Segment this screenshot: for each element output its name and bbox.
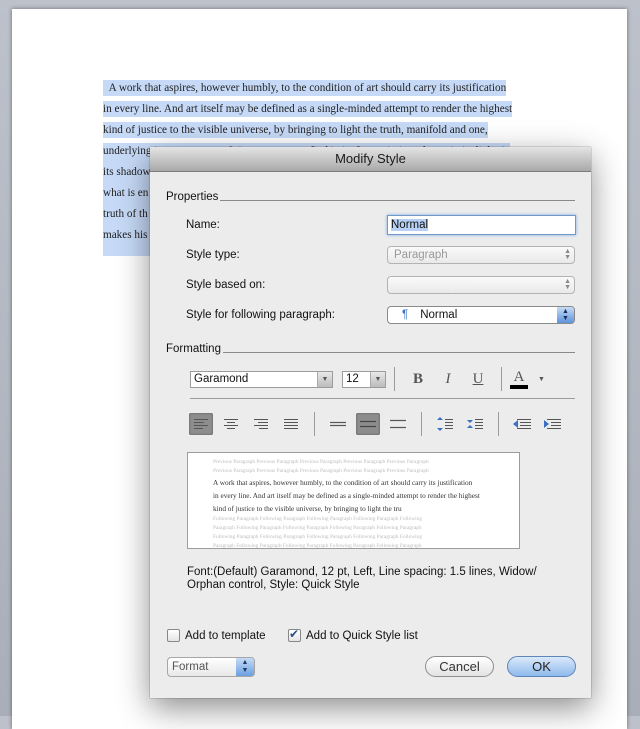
sample-text: A work that aspires, however humbly, to …	[213, 477, 473, 487]
underline-button[interactable]: U	[463, 371, 493, 388]
formatting-heading: Formatting	[166, 343, 221, 355]
chevron-down-icon[interactable]: ▼	[370, 371, 385, 387]
doc-line: kind of justice to the visible universe,…	[103, 122, 488, 138]
sample-text: kind of justice to the visible universe,…	[213, 504, 402, 514]
dialog-title: Modify Style	[150, 147, 591, 172]
properties-section: Properties	[166, 191, 575, 203]
divider	[501, 367, 502, 391]
single-spacing-icon	[330, 421, 346, 427]
add-to-template-checkbox[interactable]: Add to template	[167, 629, 266, 642]
divider	[190, 398, 575, 399]
decrease-indent-button[interactable]	[510, 413, 534, 435]
outdent-icon	[513, 419, 531, 429]
stepper-icon: ▲ ▼	[564, 248, 571, 261]
divider	[314, 412, 315, 436]
one-half-spacing-icon	[360, 420, 376, 428]
doc-line: in every line. And art itself may be def…	[103, 101, 513, 117]
style-based-on-label: Style based on:	[186, 279, 266, 291]
name-value: Normal	[391, 219, 429, 231]
sample-text: in every line. And art itself may be def…	[213, 490, 480, 500]
following-paragraph-text: Following Paragraph Following Paragraph …	[213, 534, 423, 541]
name-label: Name:	[186, 219, 220, 231]
format-popup[interactable]: Format ▲ ▼	[167, 657, 255, 677]
following-paragraph-text: Paragraph Following Paragraph Following …	[213, 525, 422, 532]
style-preview: Previous Paragraph Previous Paragraph Pr…	[187, 452, 520, 549]
divider	[394, 367, 395, 391]
ok-button[interactable]: OK	[507, 656, 576, 677]
name-input[interactable]: Normal	[387, 215, 576, 235]
align-left-button[interactable]	[189, 413, 213, 435]
checkbox-unchecked[interactable]	[167, 629, 180, 642]
properties-heading: Properties	[166, 191, 219, 203]
previous-paragraph-text: Previous Paragraph Previous Paragraph Pr…	[213, 459, 429, 465]
bold-button[interactable]: B	[403, 371, 433, 388]
pilcrow-icon: ¶	[402, 309, 409, 321]
popup-arrows-icon: ▲ ▼	[236, 658, 254, 676]
space-before-icon	[437, 417, 453, 431]
font-toolbar: Garamond ▼ 12 ▼ B I U A ▼	[190, 367, 545, 391]
style-based-on-select[interactable]: (no style) ▲ ▼	[387, 276, 575, 294]
align-right-icon	[254, 419, 268, 429]
align-center-icon	[224, 419, 238, 429]
align-right-button[interactable]	[249, 413, 273, 435]
justify-button[interactable]	[279, 413, 303, 435]
add-to-quick-style-checkbox[interactable]: Add to Quick Style list	[288, 627, 418, 642]
style-type-label: Style type:	[186, 249, 240, 261]
font-combo[interactable]: Garamond ▼	[190, 370, 333, 388]
single-spacing-button[interactable]	[326, 413, 350, 435]
style-type-select[interactable]: Paragraph ▲ ▼	[387, 246, 575, 264]
space-after-icon	[467, 419, 483, 429]
italic-button[interactable]: I	[433, 371, 463, 388]
modify-style-dialog: Modify Style Properties Name: Normal Sty…	[150, 147, 591, 698]
decrease-spacing-button[interactable]	[463, 413, 487, 435]
style-description: Font:(Default) Garamond, 12 pt, Left, Li…	[187, 566, 537, 591]
font-color-button[interactable]: A	[510, 369, 528, 389]
justify-icon	[284, 419, 298, 429]
font-size-combo[interactable]: 12 ▼	[342, 370, 386, 388]
following-paragraph-text: Paragraph Following Paragraph Following …	[213, 542, 422, 549]
font-color-dropdown-icon[interactable]: ▼	[538, 376, 545, 383]
one-half-spacing-button[interactable]	[356, 413, 380, 435]
doc-line: A work that aspires, however humbly, to …	[103, 80, 507, 96]
following-paragraph-text: Following Paragraph Following Paragraph …	[213, 516, 423, 523]
align-center-button[interactable]	[219, 413, 243, 435]
divider	[498, 412, 499, 436]
double-spacing-button[interactable]	[386, 413, 410, 435]
divider	[222, 351, 575, 353]
cancel-button[interactable]: Cancel	[425, 656, 494, 677]
indent-icon	[544, 419, 561, 429]
paragraph-toolbar	[186, 412, 567, 436]
following-style-label: Style for following paragraph:	[186, 309, 335, 321]
divider	[421, 412, 422, 436]
formatting-section: Formatting	[166, 343, 575, 355]
chevron-down-icon[interactable]: ▼	[317, 371, 332, 387]
divider	[220, 199, 575, 201]
checkbox-checked[interactable]	[288, 627, 301, 642]
increase-spacing-button[interactable]	[433, 413, 457, 435]
popup-arrows-icon: ▲ ▼	[557, 307, 574, 323]
double-spacing-icon	[390, 419, 406, 429]
stepper-icon: ▲ ▼	[564, 278, 571, 291]
increase-indent-button[interactable]	[540, 413, 564, 435]
align-left-icon	[194, 419, 208, 429]
previous-paragraph-text: Previous Paragraph Previous Paragraph Pr…	[213, 467, 429, 474]
following-style-select[interactable]: ¶ Normal ▲ ▼	[387, 306, 575, 324]
